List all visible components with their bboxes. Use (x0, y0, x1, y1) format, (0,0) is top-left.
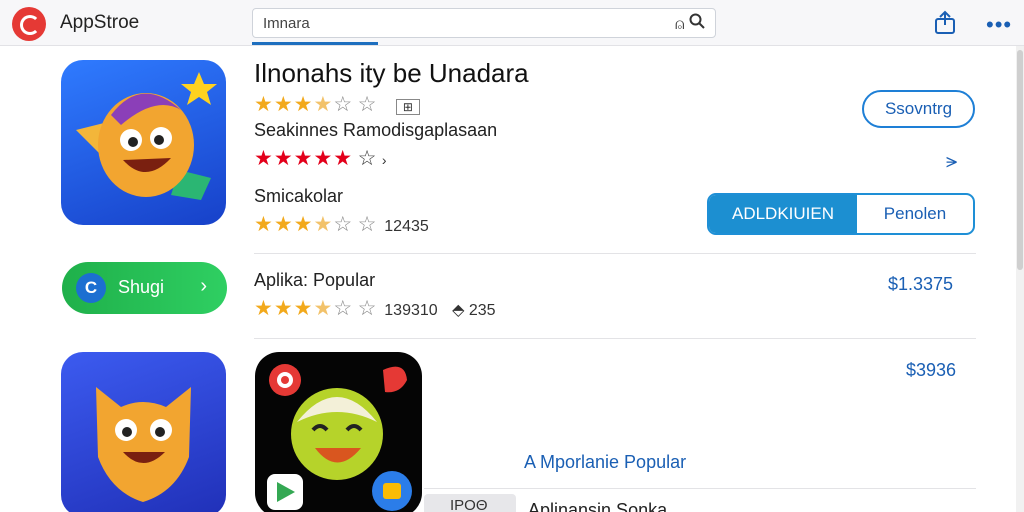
pill-badge-icon: C (76, 273, 106, 303)
price-label[interactable]: $1.3375 (888, 274, 953, 295)
featured-app-icon[interactable] (61, 60, 226, 225)
more-icon[interactable]: ••• (986, 12, 1012, 38)
search-input[interactable]: Imnara ⍝ (252, 8, 716, 38)
star-outline-icon: ☆ (357, 147, 378, 170)
app-subtitle: Seakinnes Ramodisgaplasaan (254, 120, 498, 140)
rating-row-red: ★★★★★ ☆ › (254, 146, 387, 171)
outline-action-button[interactable]: Ssovntrg (862, 90, 975, 128)
divider (254, 253, 976, 254)
app-pill-button[interactable]: C Shugi › (62, 262, 227, 314)
logo-icon[interactable] (12, 7, 46, 41)
app-name: Ilnonahs ity be Unadara (254, 58, 529, 88)
search-icon[interactable] (689, 13, 705, 33)
download-count: 235 (468, 302, 496, 319)
top-bar: AppStroe Imnara ⍝ ••• (0, 0, 1024, 46)
mic-icon[interactable]: ⍝ (675, 16, 685, 33)
search-value: Imnara (263, 15, 310, 32)
scroll-thumb[interactable] (1017, 50, 1023, 270)
partial-item-title: Aplinansin Sonka (528, 500, 668, 512)
segment-secondary-button[interactable]: Penolen (857, 195, 973, 233)
pill-label: Shugi (118, 277, 165, 297)
share-icon[interactable] (934, 10, 956, 34)
segmented-control: ADLDKIUIEN Penolen (707, 193, 975, 235)
segment-primary-button[interactable]: ADLDKIUIEN (709, 195, 857, 233)
price-label[interactable]: $3936 (906, 360, 956, 381)
shield-app-icon[interactable] (61, 352, 226, 512)
star-rating: ★★★★☆ (254, 213, 354, 236)
popular-title: Aplika: Popular (254, 270, 376, 290)
rating-arrow: › (381, 152, 387, 168)
bottom-tab[interactable]: ΙΡΟΘ (424, 494, 516, 512)
popular-link[interactable]: A Mporlanie Popular (524, 452, 686, 473)
review-count: 12435 (384, 218, 429, 235)
rating-row-top: ★★★★☆ ☆ ⊞ (254, 92, 420, 117)
star-outline-icon: ☆ (357, 93, 378, 116)
divider (424, 488, 976, 489)
smiley-app-icon[interactable] (255, 352, 422, 512)
divider (254, 338, 976, 339)
age-rating-badge: ⊞ (395, 99, 420, 115)
star-outline-icon: ☆ (357, 213, 385, 236)
star-rating: ★★★★☆ (254, 297, 354, 320)
rating-row-dev: ★★★★☆ ☆ 12435 (254, 212, 429, 237)
app-title: AppStroe (60, 12, 140, 33)
developer-name: Smicakolar (254, 186, 344, 206)
chevron-right-icon: › (200, 275, 207, 297)
star-outline-icon: ☆ (357, 297, 385, 320)
red-star-rating: ★★★★★ (254, 147, 354, 170)
search-tab-indicator (252, 42, 378, 45)
download-icon: ⬘ (452, 302, 465, 319)
popular-rating-row: ★★★★☆ ☆ 139310 ⬘ 235 (254, 296, 496, 321)
chevron-right-icon[interactable]: ⪫ (946, 150, 957, 173)
star-rating: ★★★★☆ (254, 93, 354, 116)
rating-count: 139310 (384, 302, 438, 319)
